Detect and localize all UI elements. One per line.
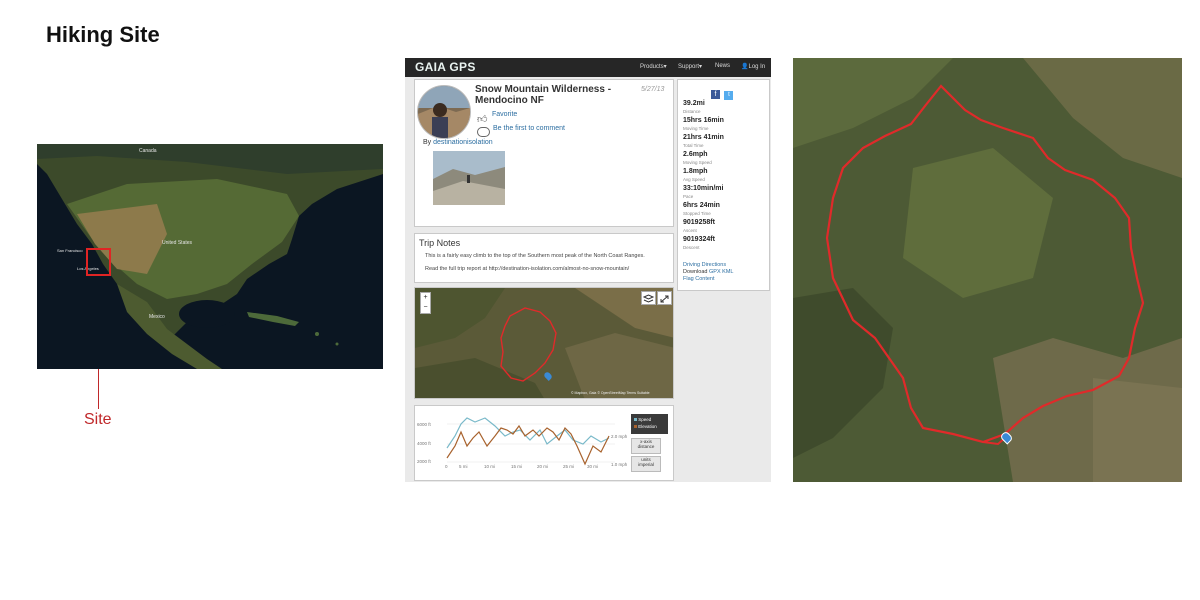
- stat-stopped-time-value: 6hrs 24min: [683, 202, 720, 209]
- flag-content-link[interactable]: Flag Content: [683, 276, 715, 282]
- trip-photo-thumbnail[interactable]: [433, 151, 505, 205]
- legend-elevation-swatch: [634, 425, 637, 428]
- elevation-speed-chart: 6000 ft 4000 ft 2000 ft 0 5 mi 10 mi 15 …: [414, 405, 674, 481]
- x-tick: 15 mi: [511, 464, 523, 469]
- trail-satellite-map: [793, 58, 1182, 482]
- xaxis-toggle[interactable]: x-axis distance: [631, 438, 661, 454]
- stat-moving-speed-value: 2.6mph: [683, 151, 708, 158]
- trip-notes-heading: Trip Notes: [419, 238, 461, 248]
- gaia-gps-screenshot: GAIA GPS Products▾ Support▾ News 👤Log In…: [405, 58, 771, 482]
- driving-directions-link[interactable]: Driving Directions: [683, 262, 726, 268]
- nav-support[interactable]: Support▾: [678, 63, 702, 70]
- speed-series: [446, 417, 610, 449]
- x-tick: 5 mi: [459, 464, 468, 469]
- x-tick: 25 mi: [563, 464, 575, 469]
- x-tick: 20 mi: [537, 464, 549, 469]
- gaia-logo[interactable]: GAIA GPS: [415, 60, 476, 74]
- trip-date: 5/27/13: [641, 86, 665, 93]
- zoom-in-button[interactable]: +: [421, 293, 430, 303]
- stat-moving-time-value: 15hrs 16min: [683, 117, 724, 124]
- fullscreen-icon[interactable]: [657, 291, 672, 305]
- trip-report-link[interactable]: Read the full trip report at http://dest…: [425, 266, 629, 272]
- trip-track-map[interactable]: + − © Mapbox, Gaia © OpenStreetMap Terms…: [414, 287, 674, 399]
- nav-news[interactable]: News: [715, 63, 730, 69]
- trip-stats-panel: f t 39.2mi Distance 15hrs 16min Moving T…: [677, 79, 770, 291]
- stat-distance-value: 39.2mi: [683, 100, 705, 107]
- stat-pace-label: Pace: [683, 194, 694, 199]
- legend-speed-swatch: [634, 418, 637, 421]
- stat-moving-speed-label: Moving Speed: [683, 160, 712, 165]
- twitter-icon[interactable]: t: [724, 91, 734, 100]
- site-label: Site: [84, 411, 112, 428]
- download-label: Download: [683, 269, 708, 275]
- stat-pace-value: 33:10min/mi: [683, 185, 724, 192]
- y-tick: 2000 ft: [417, 459, 431, 464]
- stat-moving-time-label: Moving Time: [683, 126, 709, 131]
- author-link[interactable]: destinationisolation: [433, 139, 493, 146]
- trip-notes-text: This is a fairly easy climb to the top o…: [425, 253, 645, 259]
- label-san-francisco: San Francisco: [57, 248, 83, 253]
- label-mexico: Mexico: [149, 314, 165, 320]
- comment-bubble-icon: [477, 127, 490, 137]
- minimap-graphic: [415, 288, 673, 398]
- stat-avg-speed-label: Avg Speed: [683, 177, 705, 182]
- xaxis-value: distance: [637, 444, 655, 449]
- gaia-navbar: GAIA GPS Products▾ Support▾ News 👤Log In: [405, 58, 771, 77]
- favorite-label: Favorite: [492, 111, 518, 118]
- site-callout-line: [98, 369, 99, 409]
- trip-header-panel: Snow Mountain Wilderness - Mendocino NF …: [414, 79, 674, 227]
- stat-ascent-value: 9019258ft: [683, 219, 715, 226]
- speed-tick: 1.0 mph: [611, 462, 628, 467]
- legend-speed-label: Speed: [638, 417, 652, 422]
- map-attribution: © Mapbox, Gaia © OpenStreetMap Terms Sui…: [571, 391, 650, 395]
- units-value: imperial: [638, 462, 654, 467]
- legend-speed[interactable]: Speed: [634, 417, 651, 422]
- stat-descent-value: 9019324ft: [683, 236, 715, 243]
- zoom-controls: + −: [420, 292, 431, 314]
- y-tick: 4000 ft: [417, 441, 431, 446]
- stat-descent-label: Descent: [683, 245, 700, 250]
- nav-login-label: Log In: [748, 64, 766, 70]
- nav-products[interactable]: Products▾: [640, 63, 667, 70]
- legend-elevation-label: Elevation: [638, 424, 657, 429]
- x-tick: 30 mi: [587, 464, 599, 469]
- social-share: f t: [711, 83, 734, 101]
- x-tick: 0: [445, 464, 448, 469]
- facebook-icon[interactable]: f: [711, 90, 720, 99]
- stat-total-time-value: 21hrs 41min: [683, 134, 724, 141]
- big-map-graphic: [793, 58, 1182, 482]
- stat-stopped-time-label: Stopped Time: [683, 211, 711, 216]
- stat-distance-label: Distance: [683, 109, 701, 114]
- slide-title: Hiking Site: [46, 22, 160, 47]
- y-tick: 6000 ft: [417, 422, 431, 427]
- download-row: Download GPX KML: [683, 269, 733, 275]
- layers-icon[interactable]: [641, 291, 656, 305]
- gpx-link[interactable]: GPX: [709, 269, 721, 275]
- comment-label: Be the first to comment: [493, 125, 565, 132]
- elevation-series: [446, 424, 610, 466]
- legend-elevation[interactable]: Elevation: [634, 424, 657, 429]
- x-tick: 10 mi: [484, 464, 496, 469]
- nav-login[interactable]: 👤Log In: [741, 63, 765, 70]
- chart-legend: Speed Elevation: [631, 414, 668, 434]
- stat-avg-speed-value: 1.8mph: [683, 168, 708, 175]
- site-highlight-box: [86, 248, 111, 276]
- author-byline: By destinationisolation: [423, 139, 493, 146]
- zoom-out-button[interactable]: −: [421, 303, 430, 313]
- trip-title: Snow Mountain Wilderness - Mendocino NF: [475, 84, 612, 106]
- author-avatar[interactable]: [417, 85, 471, 139]
- by-text: By: [423, 139, 432, 146]
- stat-ascent-label: Ascent: [683, 228, 697, 233]
- label-canada: Canada: [139, 148, 157, 154]
- kml-link[interactable]: KML: [722, 269, 733, 275]
- label-united-states: United States: [162, 240, 193, 246]
- speed-tick: 2.0 mph: [611, 434, 628, 439]
- units-toggle[interactable]: units imperial: [631, 456, 661, 472]
- trip-notes-panel: Trip Notes This is a fairly easy climb t…: [414, 233, 674, 283]
- stat-total-time-label: Total Time: [683, 143, 704, 148]
